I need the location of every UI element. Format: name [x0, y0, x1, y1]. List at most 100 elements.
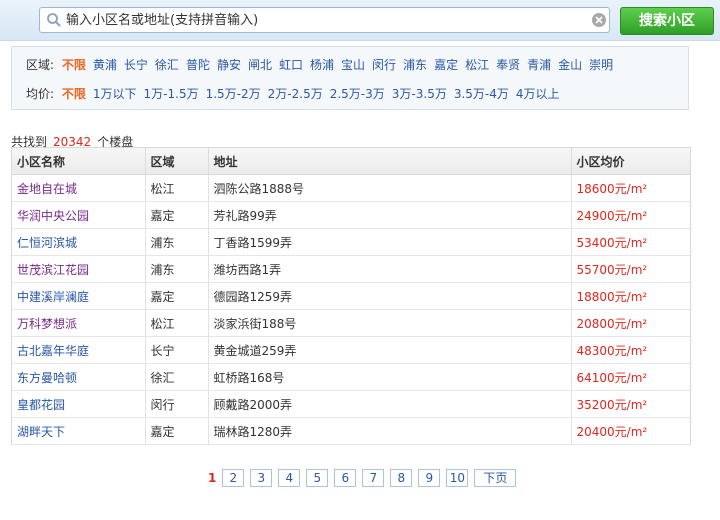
district-option[interactable]: 闵行: [372, 58, 396, 72]
cell-address: 丁香路1599弄: [208, 228, 572, 256]
district-option[interactable]: 杨浦: [310, 58, 334, 72]
price-option[interactable]: 1万以下: [93, 87, 137, 101]
price-filter-label: 均价:: [26, 87, 55, 101]
cell-address: 黄金城道259弄: [208, 336, 572, 364]
price-option[interactable]: 3.5万-4万: [454, 87, 509, 101]
cell-address: 虹桥路168号: [208, 363, 572, 391]
page-link[interactable]: 9: [418, 469, 441, 487]
cell-address: 芳礼路99弄: [208, 201, 572, 229]
page-current: 1: [208, 471, 217, 485]
cell-district: 嘉定: [145, 282, 209, 310]
page-link[interactable]: 4: [278, 469, 301, 487]
district-option[interactable]: 徐汇: [155, 58, 179, 72]
cell-district: 闵行: [145, 390, 209, 418]
table-row: 东方曼哈顿 徐汇 虹桥路168号 64100元/m²: [12, 363, 690, 391]
price-option[interactable]: 不限: [62, 87, 86, 101]
listing-table: 小区名称 区域 地址 小区均价 金地自在城 松江 泗陈公路1888号 18600元/m…: [11, 147, 691, 445]
price-option[interactable]: 4万以上: [516, 87, 560, 101]
district-filter: 区域: 不限 黄浦 长宁 徐汇 普陀 静安 闸北 虹口 杨浦 宝山 闵行 浦东 嘉定 松江 奉贤 青浦 金山 崇明: [26, 56, 620, 73]
column-header-name: 小区名称: [12, 148, 146, 175]
district-option[interactable]: 闸北: [248, 58, 272, 72]
cell-address: 潍坊西路1弄: [208, 255, 572, 283]
district-option[interactable]: 嘉定: [434, 58, 458, 72]
table-row: 万科梦想派 松江 淡家浜街188号 20800元/m²: [12, 309, 690, 337]
community-name-link[interactable]: 古北嘉年华庭: [12, 336, 146, 364]
price-option[interactable]: 2万-2.5万: [268, 87, 323, 101]
community-name-link[interactable]: 万科梦想派: [12, 309, 146, 337]
column-header-price: 小区均价: [571, 148, 690, 175]
cell-price: 64100元/m²: [571, 363, 690, 391]
district-option[interactable]: 黄浦: [93, 58, 117, 72]
column-header-address: 地址: [208, 148, 572, 175]
clear-icon[interactable]: [591, 12, 607, 28]
table-row: 金地自在城 松江 泗陈公路1888号 18600元/m²: [12, 174, 690, 202]
column-header-district: 区域: [145, 148, 209, 175]
cell-price: 24900元/m²: [571, 201, 690, 229]
community-name-link[interactable]: 皇都花园: [12, 390, 146, 418]
district-option[interactable]: 奉贤: [496, 58, 520, 72]
cell-price: 20400元/m²: [571, 417, 690, 445]
cell-district: 浦东: [145, 255, 209, 283]
cell-district: 长宁: [145, 336, 209, 364]
filter-panel: 区域: 不限 黄浦 长宁 徐汇 普陀 静安 闸北 虹口 杨浦 宝山 闵行 浦东 嘉定 松江 奉贤 青浦 金山 崇明…: [11, 46, 689, 110]
price-option[interactable]: 3万-3.5万: [392, 87, 447, 101]
search-input[interactable]: [66, 8, 566, 32]
district-option[interactable]: 金山: [558, 58, 582, 72]
price-option[interactable]: 2.5万-3万: [330, 87, 385, 101]
community-name-link[interactable]: 东方曼哈顿: [12, 363, 146, 391]
district-option[interactable]: 不限: [62, 58, 86, 72]
price-filter: 均价: 不限 1万以下 1万-1.5万 1.5万-2万 2万-2.5万 2.5万-3万 3万…: [26, 85, 567, 102]
district-option[interactable]: 青浦: [527, 58, 551, 72]
page-link[interactable]: 5: [306, 469, 329, 487]
cell-price: 35200元/m²: [571, 390, 690, 418]
district-filter-label: 区域:: [26, 58, 55, 72]
page-link[interactable]: 3: [250, 469, 273, 487]
table-row: 仁恒河滨城 浦东 丁香路1599弄 53400元/m²: [12, 228, 690, 256]
cell-price: 48300元/m²: [571, 336, 690, 364]
price-option[interactable]: 1.5万-2万: [206, 87, 261, 101]
district-option[interactable]: 松江: [465, 58, 489, 72]
next-page-button[interactable]: 下页: [474, 469, 517, 487]
cell-price: 20800元/m²: [571, 309, 690, 337]
table-header-row: 小区名称 区域 地址 小区均价: [12, 148, 690, 175]
cell-price: 18600元/m²: [571, 174, 690, 202]
district-option[interactable]: 宝山: [341, 58, 365, 72]
page-link[interactable]: 2: [222, 469, 245, 487]
cell-district: 松江: [145, 309, 209, 337]
cell-address: 瑞林路1280弄: [208, 417, 572, 445]
district-option[interactable]: 崇明: [589, 58, 613, 72]
district-option[interactable]: 长宁: [124, 58, 148, 72]
cell-address: 泗陈公路1888号: [208, 174, 572, 202]
cell-address: 德园路1259弄: [208, 282, 572, 310]
community-name-link[interactable]: 金地自在城: [12, 174, 146, 202]
district-option[interactable]: 普陀: [186, 58, 210, 72]
cell-price: 18800元/m²: [571, 282, 690, 310]
cell-district: 嘉定: [145, 417, 209, 445]
community-name-link[interactable]: 世茂滨江花园: [12, 255, 146, 283]
cell-district: 松江: [145, 174, 209, 202]
community-name-link[interactable]: 湖畔天下: [12, 417, 146, 445]
district-option[interactable]: 虹口: [279, 58, 303, 72]
cell-district: 徐汇: [145, 363, 209, 391]
search-box[interactable]: [39, 7, 610, 33]
table-row: 华润中央公园 嘉定 芳礼路99弄 24900元/m²: [12, 201, 690, 229]
price-option[interactable]: 1万-1.5万: [144, 87, 199, 101]
page-link[interactable]: 6: [334, 469, 357, 487]
table-row: 湖畔天下 嘉定 瑞林路1280弄 20400元/m²: [12, 417, 690, 445]
cell-district: 浦东: [145, 228, 209, 256]
page-link[interactable]: 7: [362, 469, 385, 487]
community-name-link[interactable]: 中建溪岸澜庭: [12, 282, 146, 310]
page-link[interactable]: 10: [446, 469, 469, 487]
cell-price: 53400元/m²: [571, 228, 690, 256]
search-button[interactable]: 搜索小区: [620, 7, 714, 35]
table-row: 中建溪岸澜庭 嘉定 德园路1259弄 18800元/m²: [12, 282, 690, 310]
cell-district: 嘉定: [145, 201, 209, 229]
community-name-link[interactable]: 华润中央公园: [12, 201, 146, 229]
district-option[interactable]: 浦东: [403, 58, 427, 72]
table-row: 古北嘉年华庭 长宁 黄金城道259弄 48300元/m²: [12, 336, 690, 364]
district-option[interactable]: 静安: [217, 58, 241, 72]
community-name-link[interactable]: 仁恒河滨城: [12, 228, 146, 256]
search-bar: 搜索小区: [0, 0, 720, 41]
page-link[interactable]: 8: [390, 469, 413, 487]
pagination: 1 2 3 4 5 6 7 8 9 10 下页: [208, 469, 522, 487]
